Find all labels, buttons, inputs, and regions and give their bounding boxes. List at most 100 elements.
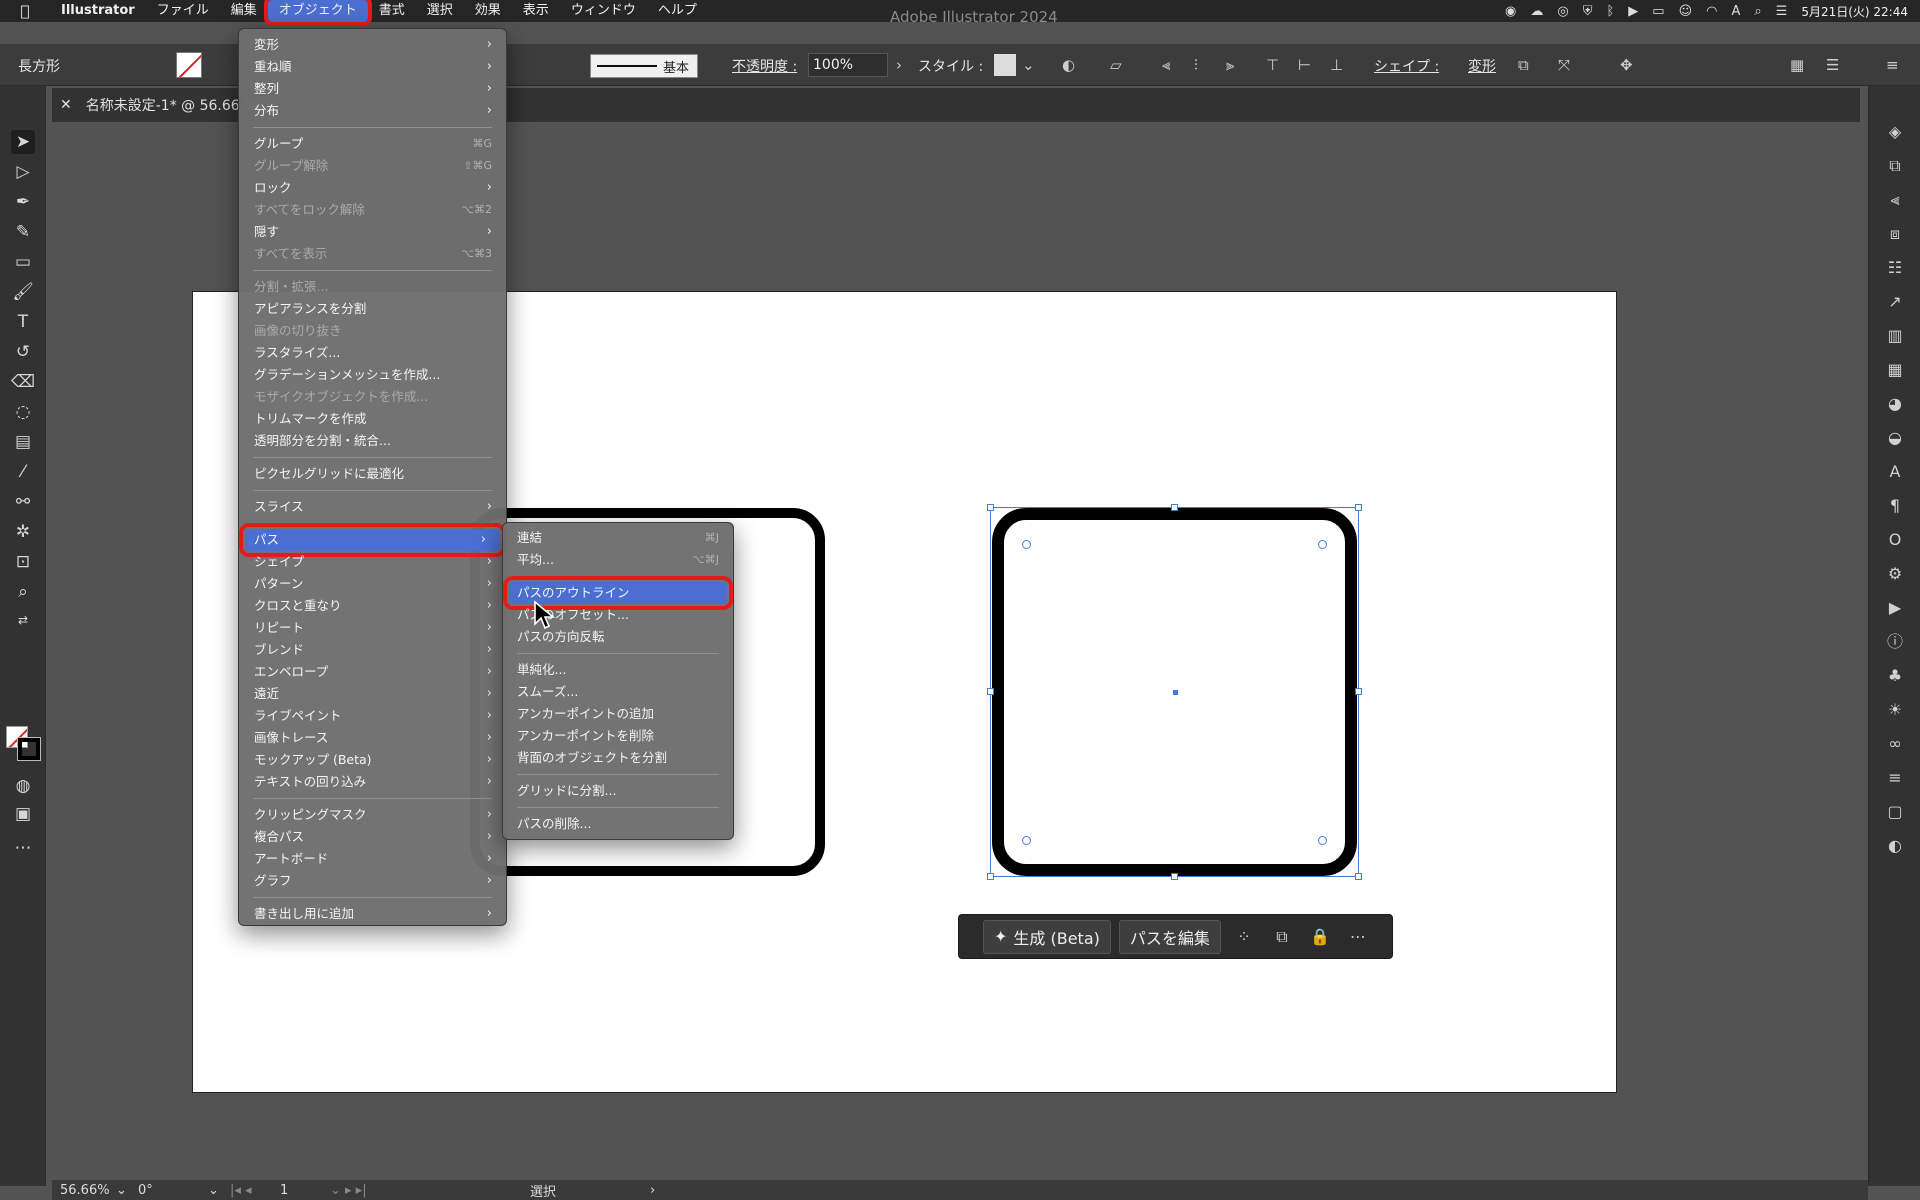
menu-item-artboards[interactable]: アートボード › (239, 848, 506, 870)
curvature-tool-icon[interactable]: ✎ (11, 220, 35, 244)
align-top-icon[interactable]: ⊤ (1266, 56, 1279, 74)
lock-icon[interactable]: 🔒 (1305, 927, 1335, 946)
opacity-label[interactable]: 不透明度 : (732, 56, 797, 76)
resize-handle[interactable] (987, 873, 994, 880)
export-icon[interactable]: ↗ (1883, 290, 1907, 314)
menu-item-path[interactable]: パス › (239, 523, 506, 557)
submenu-item-remove-anchor-points[interactable]: アンカーポイントを削除 (503, 725, 733, 747)
menu-item-perspective[interactable]: 遠近 › (239, 683, 506, 705)
panel-menu-icon[interactable]: ☰ (1826, 56, 1839, 74)
screen-mode-icon[interactable]: ▣ (11, 802, 35, 826)
menu-item-slice[interactable]: スライス › (239, 496, 506, 518)
play-icon[interactable]: ▶ (1628, 4, 1638, 19)
menu-item-pixel-grid[interactable]: ピクセルグリッドに最適化 (239, 463, 506, 485)
input-source-icon[interactable]: A (1731, 4, 1740, 19)
zoom-level[interactable]: 56.66% (60, 1183, 116, 1198)
pen-tool-icon[interactable]: ✒ (11, 190, 35, 214)
menu-item-hide[interactable]: 隠す › (239, 221, 506, 243)
fill-swatch[interactable] (176, 52, 202, 78)
artboard-nav-next-icon[interactable]: ⌄ ▸ ▸| (330, 1183, 410, 1198)
menu-item-expand-appearance[interactable]: アピアランスを分割 (239, 298, 506, 320)
align-center-icon[interactable]: ⫶ (1194, 56, 1198, 74)
menu-item-shape[interactable]: シェイプ › (239, 551, 506, 573)
menu-window[interactable]: ウィンドウ (560, 0, 647, 22)
more-options-icon[interactable]: ⋯ (1343, 927, 1373, 946)
arrange-icon[interactable]: ▦ (1790, 56, 1804, 74)
pathfinder-icon[interactable]: ⧈ (1883, 222, 1907, 246)
submenu-item-join[interactable]: 連結 ⌘J (503, 527, 733, 549)
actions-icon[interactable]: ▶ (1883, 596, 1907, 620)
menu-item-blend[interactable]: ブレンド › (239, 639, 506, 661)
align-right-icon[interactable]: ⫸ (1226, 56, 1234, 74)
submenu-item-add-anchor-points[interactable]: アンカーポイントの追加 (503, 703, 733, 725)
submenu-item-clean-up[interactable]: パスの削除... (503, 813, 733, 835)
align-panel-icon[interactable]: ⫷ (1883, 188, 1907, 212)
swatches-icon[interactable]: ▦ (1883, 358, 1907, 382)
align-middle-icon[interactable]: ⊢ (1298, 56, 1311, 74)
lasso-tool-icon[interactable]: ◌ (11, 400, 35, 424)
drawing-mode-icon[interactable]: ◍ (11, 774, 35, 798)
symbols-icon[interactable]: ♣ (1883, 664, 1907, 688)
paragraph-icon[interactable]: ¶ (1883, 494, 1907, 518)
menu-item-text-wrap[interactable]: テキストの回り込み › (239, 771, 506, 793)
resize-handle[interactable] (987, 688, 994, 695)
menu-item-group[interactable]: グループ ⌘G (239, 133, 506, 155)
record-icon[interactable]: ◉ (1505, 4, 1516, 19)
wifi-icon[interactable]: ◠ (1706, 4, 1717, 19)
list-icon[interactable]: ≡ (1886, 56, 1899, 74)
symbol-sprayer-tool-icon[interactable]: ✲ (11, 520, 35, 544)
submenu-item-split-into-grid[interactable]: グリッドに分割... (503, 780, 733, 802)
menu-item-envelope[interactable]: エンベロープ › (239, 661, 506, 683)
color-guide-icon[interactable]: ◕ (1883, 392, 1907, 416)
resize-handle[interactable] (1355, 504, 1362, 511)
type-tool-icon[interactable]: T (11, 310, 35, 334)
info-icon[interactable]: ⓘ (1883, 630, 1907, 654)
menu-item-arrange[interactable]: 重ね順 › (239, 56, 506, 78)
stroke-style-dropdown[interactable]: 基本 (590, 54, 698, 78)
close-icon[interactable]: ✕ (60, 97, 72, 113)
chevron-down-icon[interactable]: ⌄ (1022, 56, 1035, 74)
shield-icon[interactable]: ⛨ (1583, 4, 1593, 19)
default-colors-icon[interactable]: ⇄ (11, 608, 35, 632)
character-icon[interactable]: A (1883, 460, 1907, 484)
menu-item-add-to-export[interactable]: 書き出し用に追加 › (239, 903, 506, 925)
menu-item-mockup[interactable]: モックアップ (Beta) › (239, 749, 506, 771)
stroke-swatch-icon[interactable] (17, 737, 41, 761)
menu-illustrator[interactable]: Illustrator (50, 0, 146, 22)
eraser-tool-icon[interactable]: ⌫ (11, 370, 35, 394)
properties-icon[interactable]: ☷ (1883, 256, 1907, 280)
menu-object[interactable]: オブジェクト (263, 0, 372, 26)
resize-handle[interactable] (1171, 873, 1178, 880)
control-center-icon[interactable]: ☰ (1776, 4, 1788, 19)
document-tab[interactable]: ✕ 名称未設定-1* @ 56.66 % (52, 92, 257, 118)
libraries-icon[interactable]: ⧉ (1883, 154, 1907, 178)
more-tools-icon[interactable]: ⋯ (11, 836, 35, 860)
paintbrush-tool-icon[interactable]: 🖌 (11, 280, 35, 304)
menu-file[interactable]: ファイル (146, 0, 220, 22)
resize-handle[interactable] (987, 504, 994, 511)
search-icon[interactable]: ⌕ (1754, 4, 1761, 19)
chevron-down-icon[interactable]: ⌄ (116, 1183, 138, 1198)
menu-item-repeat[interactable]: リピート › (239, 617, 506, 639)
stroke-panel-icon[interactable]: ≡ (1883, 766, 1907, 790)
resize-handle[interactable] (1171, 504, 1178, 511)
submenu-item-divide-objects-below[interactable]: 背面のオブジェクトを分割 (503, 747, 733, 769)
user-icon[interactable]: ☺ (1679, 4, 1693, 19)
menu-edit[interactable]: 編集 (220, 0, 268, 22)
menu-type[interactable]: 書式 (368, 0, 416, 22)
corner-widget[interactable] (1022, 836, 1031, 845)
artboard-number[interactable]: 1 (280, 1183, 330, 1198)
rotation-value[interactable]: 0° (138, 1183, 208, 1198)
menu-item-distribute[interactable]: 分布 › (239, 100, 506, 122)
generate-beta-button[interactable]: ✦ 生成 (Beta) (983, 919, 1111, 954)
menu-help[interactable]: ヘルプ (647, 0, 708, 22)
menu-item-compound-path[interactable]: 複合パス › (239, 826, 506, 848)
blend-tool-icon[interactable]: ⚯ (11, 490, 35, 514)
fill-stroke-swatches[interactable] (6, 726, 41, 761)
menu-item-image-trace[interactable]: 画像トレース › (239, 727, 506, 749)
battery-icon[interactable]: ▭ (1652, 4, 1664, 19)
chevron-down-icon[interactable]: ⌄ (208, 1183, 230, 1198)
menu-item-flatten-transparency[interactable]: 透明部分を分割・統合... (239, 430, 506, 452)
menu-item-intertwine[interactable]: クロスと重なり › (239, 595, 506, 617)
menu-effect[interactable]: 効果 (464, 0, 512, 22)
